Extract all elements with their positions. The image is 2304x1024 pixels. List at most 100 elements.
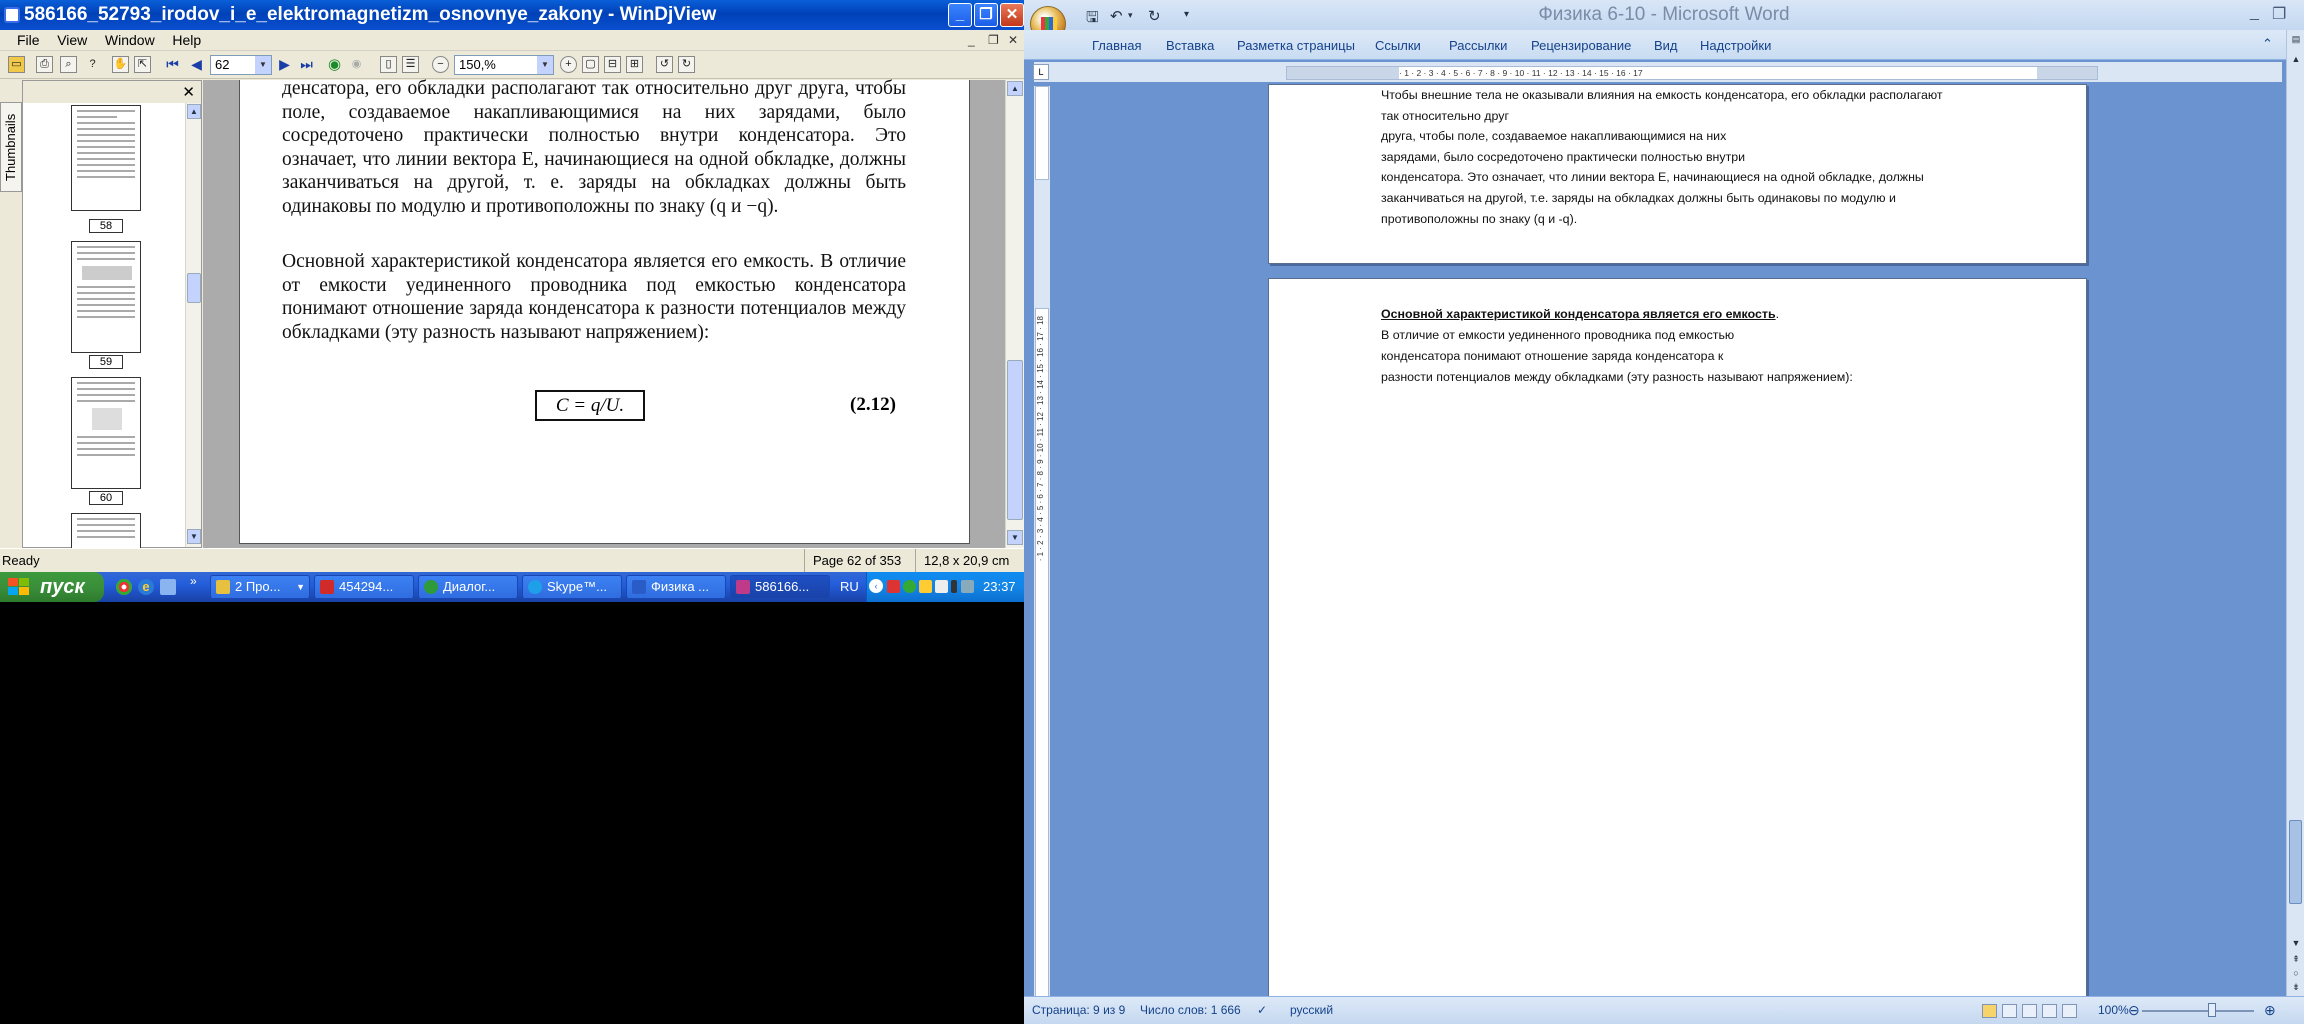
word-page[interactable]: Чтобы внешние тела не оказывали влияния … <box>1268 84 2087 264</box>
taskbar-app[interactable]: Физика ... <box>626 575 726 599</box>
tab-mailings[interactable]: Рассылки <box>1449 38 1507 53</box>
word-page[interactable]: Основной характеристикой конденсатора яв… <box>1268 278 2087 1004</box>
browse-object-icon[interactable]: ○ <box>2289 968 2303 978</box>
open-icon[interactable]: ▭ <box>8 56 25 73</box>
forward-icon[interactable]: ◉ <box>348 56 365 73</box>
page-number-field[interactable]: 62 ▼ <box>210 55 272 75</box>
menu-file[interactable]: File <box>10 30 47 51</box>
tab-home[interactable]: Главная <box>1092 38 1141 53</box>
word-vertical-scrollbar[interactable]: ▤ ▲ ▼ ⇞ ○ ⇟ <box>2286 30 2304 996</box>
mdi-restore-button[interactable]: ❐ <box>988 33 999 47</box>
chrome-icon[interactable] <box>116 579 132 595</box>
first-page-icon[interactable]: ⏮ <box>164 56 181 73</box>
tab-addins[interactable]: Надстройки <box>1700 38 1771 53</box>
thumbnails-scrollbar[interactable]: ▲ ▼ <box>185 103 201 547</box>
menu-view[interactable]: View <box>50 30 94 51</box>
close-icon[interactable]: ✕ <box>182 83 195 101</box>
show-desktop-icon[interactable] <box>160 579 176 595</box>
zoom-slider[interactable] <box>2142 1010 2254 1012</box>
zoom-out-icon[interactable]: ⊖ <box>2128 997 2140 1024</box>
select-tool-icon[interactable]: ⇱ <box>134 56 151 73</box>
chevron-down-icon[interactable]: ▼ <box>255 56 271 74</box>
tab-references[interactable]: Ссылки <box>1375 38 1421 53</box>
tab-view[interactable]: Вид <box>1654 38 1678 53</box>
scroll-thumb[interactable] <box>1007 360 1023 520</box>
status-language[interactable]: русский <box>1290 997 1333 1024</box>
continuous-icon[interactable]: ☰ <box>402 56 419 73</box>
ribbon-minimize-icon[interactable]: ⌃ <box>2262 36 2273 52</box>
tab-page-layout[interactable]: Разметка страницы <box>1237 38 1355 53</box>
save-icon[interactable]: 🖫 <box>1086 7 1099 32</box>
zoom-out-icon[interactable]: − <box>432 56 449 73</box>
thumbnail-page[interactable] <box>71 241 141 353</box>
fit-width-icon[interactable]: ⊟ <box>604 56 621 73</box>
back-icon[interactable]: ◉ <box>326 56 343 73</box>
zoom-field[interactable]: 150,% ▼ <box>454 55 554 75</box>
fit-page-icon[interactable]: ⊞ <box>626 56 643 73</box>
scroll-up-icon[interactable]: ▲ <box>1007 81 1023 96</box>
ruler-toggle-icon[interactable]: ▤ <box>2289 34 2303 45</box>
vertical-ruler[interactable]: · 1 · 2 · 3 · 4 · 5 · 6 · 7 · 8 · 9 · 10… <box>1034 86 1050 998</box>
thumbnail-page[interactable] <box>71 105 141 211</box>
thumbnails-tab[interactable]: Thumbnails <box>0 102 22 192</box>
print-layout-view-icon[interactable] <box>1982 1004 1997 1018</box>
scroll-up-icon[interactable]: ▲ <box>187 104 201 119</box>
windjview-titlebar[interactable]: 586166_52793_irodov_i_e_elektromagnetizm… <box>0 0 1024 30</box>
next-page-icon[interactable]: ▶ <box>276 56 293 73</box>
maximize-button[interactable]: ❐ <box>2272 4 2286 24</box>
tab-review[interactable]: Рецензирование <box>1531 38 1631 53</box>
document-scrollbar[interactable]: ▲ ▼ <box>1005 80 1024 548</box>
language-indicator[interactable]: RU <box>840 572 859 602</box>
prev-page-icon[interactable]: ◀ <box>188 56 205 73</box>
chevron-down-icon[interactable]: ▼ <box>296 576 305 598</box>
hand-tool-icon[interactable]: ✋ <box>112 56 129 73</box>
zoom-slider-handle[interactable] <box>2208 1003 2216 1017</box>
scroll-thumb[interactable] <box>2289 820 2302 904</box>
clock[interactable]: 23:37 <box>983 572 1016 602</box>
chevron-down-icon[interactable]: ▼ <box>537 56 553 74</box>
previous-page-icon[interactable]: ⇞ <box>2289 954 2303 965</box>
tray-app-icon[interactable] <box>935 580 948 593</box>
mdi-minimize-button[interactable]: _ <box>968 33 975 47</box>
last-page-icon[interactable]: ⏭ <box>298 56 315 73</box>
network-icon[interactable] <box>961 580 974 593</box>
tray-app-icon[interactable] <box>887 580 900 593</box>
outline-view-icon[interactable] <box>2042 1004 2057 1018</box>
quicklaunch-more-icon[interactable]: » <box>190 574 197 588</box>
redo-icon[interactable]: ↻ <box>1148 7 1161 25</box>
tab-insert[interactable]: Вставка <box>1166 38 1214 53</box>
horizontal-ruler[interactable]: · 1 · 2 · 3 · 4 · 5 · 6 · 7 · 8 · 9 · 10… <box>1286 66 2098 80</box>
taskbar-app[interactable]: 2 Про... ▼ <box>210 575 310 599</box>
scroll-down-icon[interactable]: ▼ <box>187 529 201 544</box>
chevron-down-icon[interactable]: ▾ <box>1128 10 1133 21</box>
tray-app-icon[interactable] <box>903 580 916 593</box>
tray-app-icon[interactable] <box>919 580 932 593</box>
scroll-down-icon[interactable]: ▼ <box>2289 938 2303 948</box>
full-screen-view-icon[interactable] <box>2002 1004 2017 1018</box>
windjview-app-icon[interactable] <box>4 7 20 23</box>
menu-help[interactable]: Help <box>165 30 208 51</box>
minimize-button[interactable]: _ <box>948 3 972 27</box>
zoom-in-icon[interactable]: + <box>560 56 577 73</box>
thumbnail-page[interactable] <box>71 377 141 489</box>
zoom-level[interactable]: 100% <box>2098 997 2129 1024</box>
internet-explorer-icon[interactable]: e <box>138 579 154 595</box>
single-page-icon[interactable]: ▯ <box>380 56 397 73</box>
mdi-close-button[interactable]: ✕ <box>1008 33 1018 47</box>
taskbar-app[interactable]: 454294... <box>314 575 414 599</box>
rotate-left-icon[interactable]: ↺ <box>656 56 673 73</box>
zoom-in-icon[interactable]: ⊕ <box>2264 997 2276 1024</box>
thumbnail-page[interactable] <box>71 513 141 549</box>
maximize-button[interactable]: ❐ <box>974 3 998 27</box>
actual-size-icon[interactable]: ▢ <box>582 56 599 73</box>
web-layout-view-icon[interactable] <box>2022 1004 2037 1018</box>
next-page-icon[interactable]: ⇟ <box>2289 982 2303 993</box>
word-titlebar[interactable]: Физика 6-10 - Microsoft Word 🖫 ↶ ▾ ↻ ▾ _… <box>1024 0 2304 30</box>
menu-window[interactable]: Window <box>98 30 162 51</box>
scroll-up-icon[interactable]: ▲ <box>2289 54 2303 64</box>
start-button[interactable]: пуск <box>0 572 104 602</box>
minimize-button[interactable]: _ <box>2250 4 2259 22</box>
undo-icon[interactable]: ↶ <box>1110 7 1123 25</box>
print-icon[interactable]: ⎙ <box>36 56 53 73</box>
rotate-right-icon[interactable]: ↻ <box>678 56 695 73</box>
